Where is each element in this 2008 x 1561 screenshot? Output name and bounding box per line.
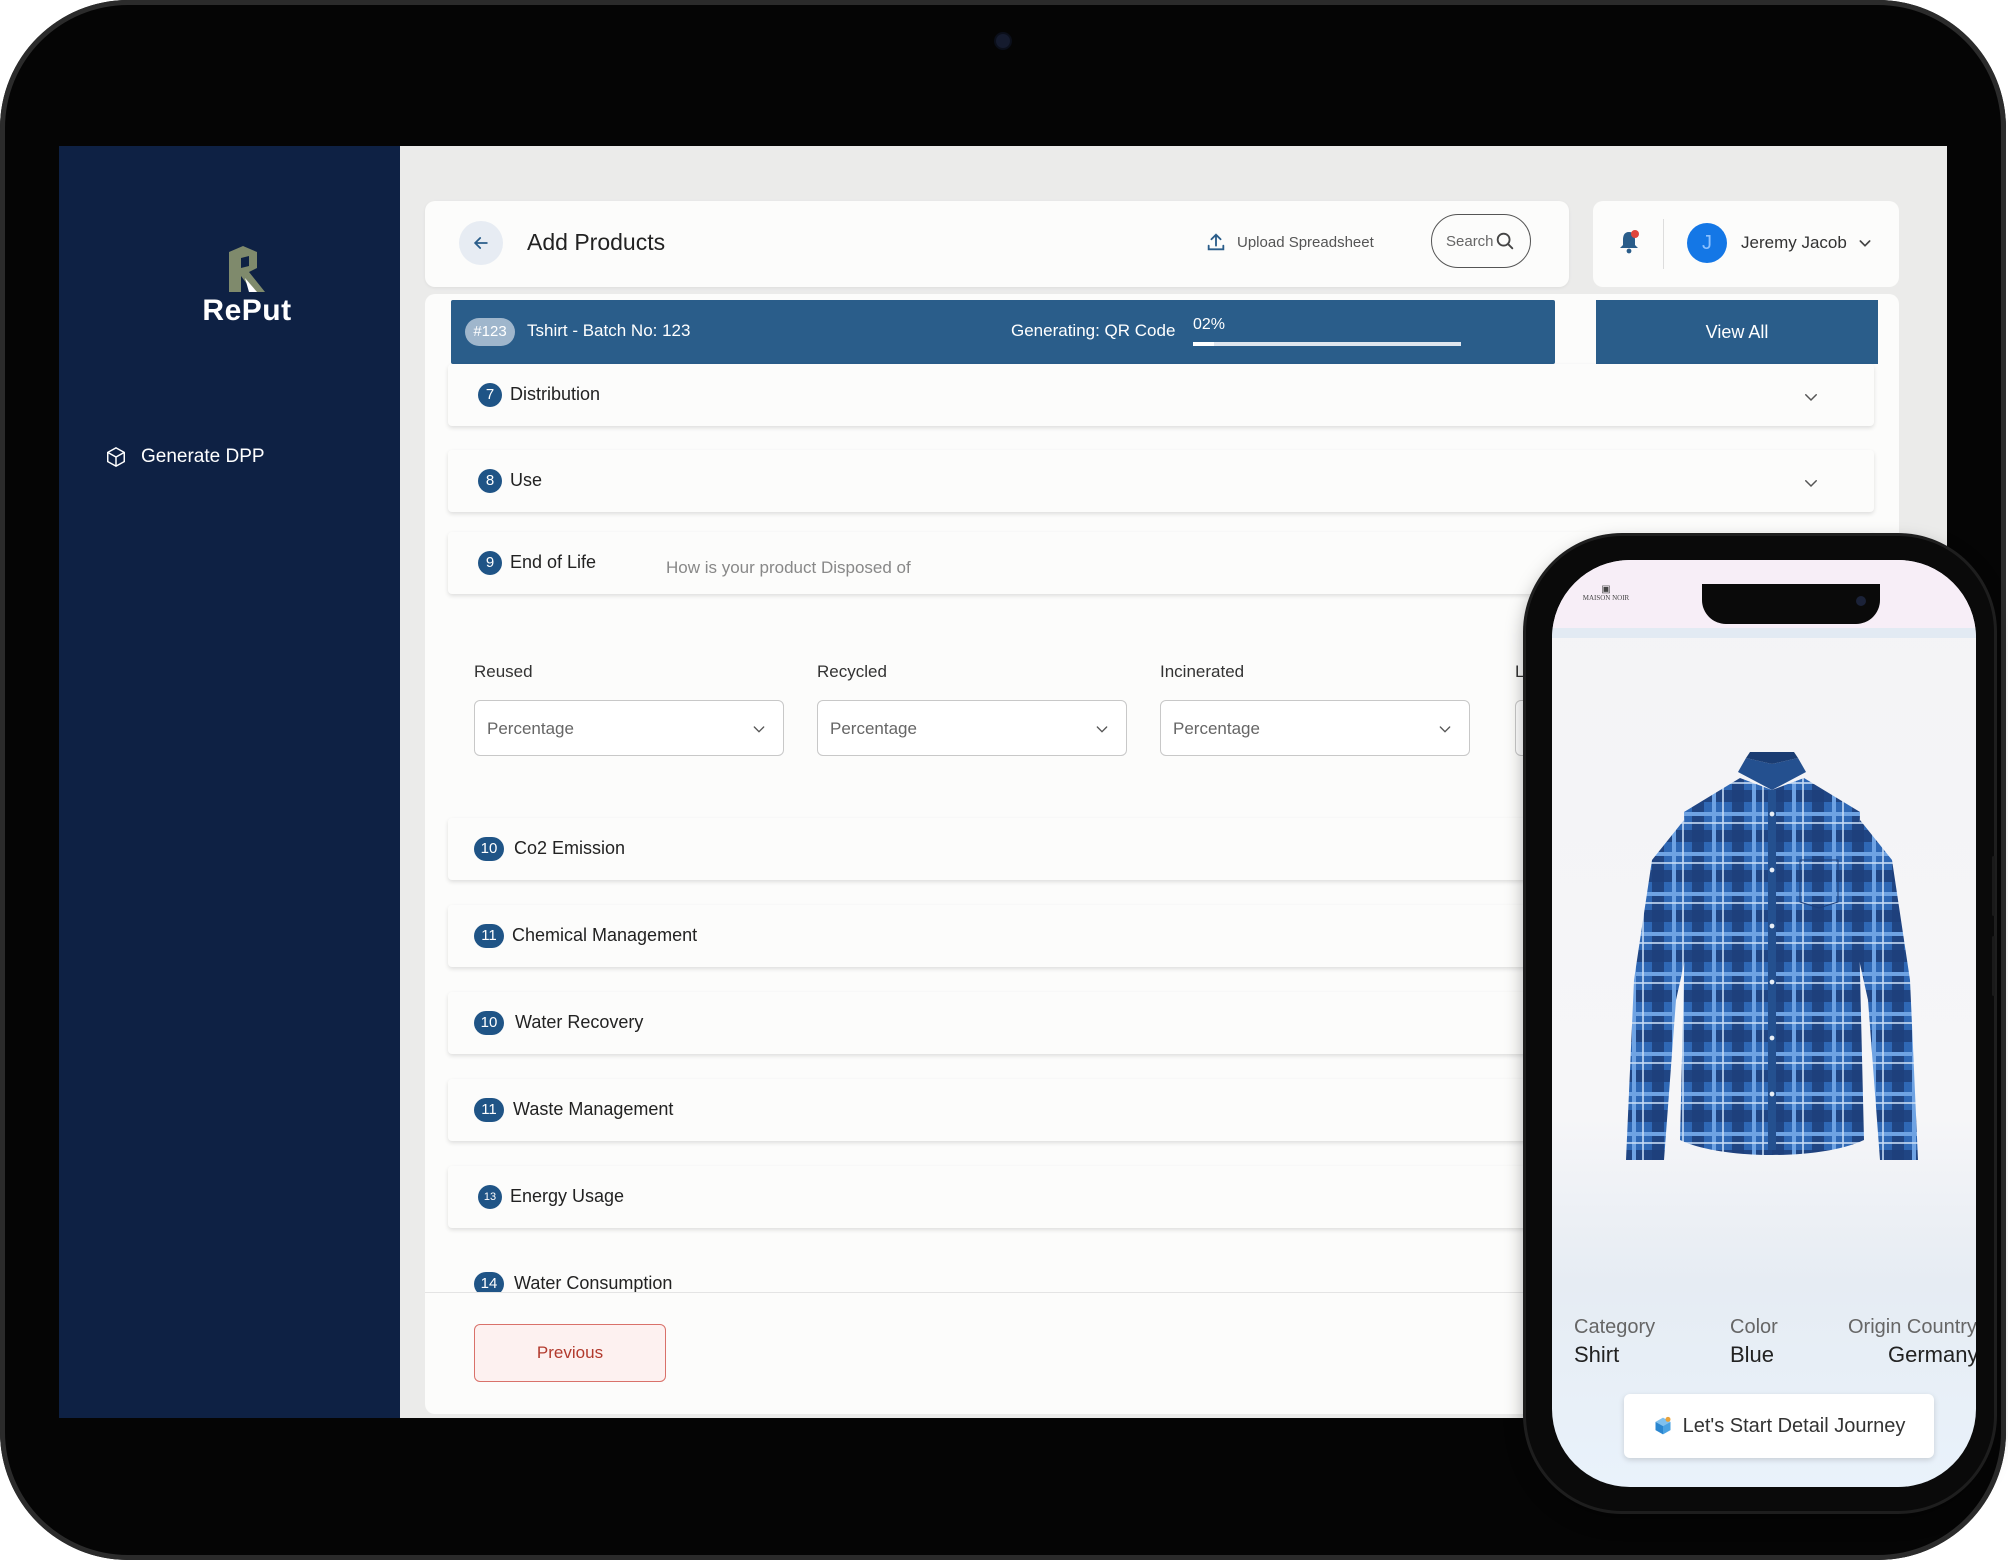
brand-name: RePut: [202, 294, 292, 327]
phone-side-button: [1992, 936, 1995, 996]
reput-logo-icon: [229, 246, 265, 292]
user-name[interactable]: Jeremy Jacob: [1741, 233, 1847, 253]
field-label-recycled: Recycled: [817, 662, 887, 681]
field-label-incinerated: Incinerated: [1160, 662, 1245, 681]
progress-track: [1193, 342, 1461, 346]
section-use[interactable]: 8 Use: [448, 450, 1874, 512]
phone-device: ▣ MAISON NOIR Category Shirt Color Blue …: [1526, 536, 1995, 1511]
user-panel: J Jeremy Jacob: [1593, 201, 1899, 287]
search-box[interactable]: [1431, 214, 1531, 268]
incinerated-select[interactable]: Percentage: [1160, 700, 1470, 756]
generation-status: Generating: QR Code: [1011, 321, 1176, 340]
section-label: Distribution: [510, 384, 601, 404]
chevron-down-icon: [1439, 726, 1451, 733]
maison-noir-logo: ▣ MAISON NOIR: [1580, 585, 1632, 630]
shirt-product-image: [1626, 752, 1918, 1160]
section-label: Co2 Emission: [514, 838, 626, 858]
generation-percent: 02%: [1193, 316, 1226, 333]
sidebar-item-generate-dpp[interactable]: Generate DPP: [105, 446, 265, 468]
color-label: Color: [1730, 1316, 1778, 1338]
back-button[interactable]: [459, 221, 503, 265]
section-label: Chemical Management: [512, 925, 698, 945]
category-label: Category: [1574, 1316, 1656, 1338]
generation-progress-bar: #123 Tshirt - Batch No: 123 Generating: …: [451, 300, 1555, 364]
phone-side-button: [1992, 856, 1995, 916]
start-journey-label: Let's Start Detail Journey: [1682, 1414, 1906, 1437]
reused-select[interactable]: Percentage: [474, 700, 784, 756]
section-number-badge: 13: [478, 1185, 502, 1209]
origin-country-value: Germany: [1888, 1342, 1976, 1367]
section-label: Energy Usage: [510, 1186, 625, 1206]
section-number-badge: 9: [478, 551, 502, 575]
batch-id-badge: #123: [465, 318, 515, 346]
section-label: Waste Management: [513, 1099, 674, 1119]
progress-fill: [1193, 342, 1215, 346]
select-value: Percentage: [830, 719, 917, 738]
section-hint: How is your product Disposed of: [666, 558, 911, 577]
tablet-camera: [996, 34, 1010, 48]
section-label: Water Consumption: [514, 1273, 673, 1292]
search-input[interactable]: [1446, 232, 1494, 250]
recycled-select[interactable]: Percentage: [817, 700, 1127, 756]
front-camera: [1856, 596, 1866, 606]
chevron-down-icon: [1096, 726, 1108, 733]
arrow-left-icon: [473, 237, 488, 249]
select-value: Percentage: [1173, 719, 1260, 738]
search-icon[interactable]: [1494, 230, 1516, 252]
color-value: Blue: [1730, 1342, 1775, 1367]
start-journey-button[interactable]: Let's Start Detail Journey: [1624, 1394, 1934, 1458]
chevron-down-icon[interactable]: [1857, 235, 1873, 251]
upload-label: Upload Spreadsheet: [1237, 233, 1374, 251]
field-label-reused: Reused: [474, 662, 533, 681]
section-label: Water Recovery: [515, 1012, 644, 1032]
section-label: End of Life: [510, 552, 597, 572]
cube-icon: [107, 446, 125, 468]
section-number-badge: 8: [478, 469, 502, 493]
section-number-badge: 10: [474, 837, 504, 861]
divider: [1663, 219, 1664, 269]
section-number-badge: 11: [474, 1098, 504, 1122]
section-distribution[interactable]: 7 Distribution: [448, 364, 1874, 426]
box-icon: [1655, 1416, 1671, 1435]
chevron-down-icon: [753, 726, 765, 733]
section-label: Use: [510, 470, 543, 490]
view-all-button[interactable]: View All: [1596, 300, 1878, 364]
chevron-down-icon[interactable]: [1802, 388, 1820, 406]
phone-notch: [1702, 584, 1880, 624]
sidebar-item-label: Generate DPP: [141, 446, 265, 467]
batch-name: Tshirt - Batch No: 123: [527, 321, 691, 340]
section-number-badge: 11: [474, 924, 504, 948]
previous-button[interactable]: Previous: [474, 1324, 666, 1382]
section-number-badge: 14: [474, 1272, 504, 1292]
chevron-down-icon[interactable]: [1802, 474, 1820, 492]
section-number-badge: 7: [478, 383, 502, 407]
upload-icon: [1207, 233, 1225, 251]
phone-screen: ▣ MAISON NOIR Category Shirt Color Blue …: [1552, 560, 1976, 1487]
header-bar: Add Products Upload Spreadsheet: [425, 201, 1569, 287]
section-number-badge: 10: [474, 1011, 504, 1035]
category-value: Shirt: [1574, 1342, 1620, 1367]
avatar[interactable]: J: [1687, 223, 1727, 263]
notification-bell-icon[interactable]: [1617, 229, 1641, 255]
brand-logo: RePut: [187, 244, 307, 328]
brand-text: MAISON NOIR: [1582, 594, 1630, 602]
upload-spreadsheet-button[interactable]: Upload Spreadsheet: [1205, 231, 1374, 253]
select-value: Percentage: [487, 719, 574, 738]
page-title: Add Products: [527, 229, 666, 255]
origin-country-label: Origin Country: [1848, 1316, 1976, 1338]
sidebar: RePut Generate DPP: [59, 146, 400, 1418]
